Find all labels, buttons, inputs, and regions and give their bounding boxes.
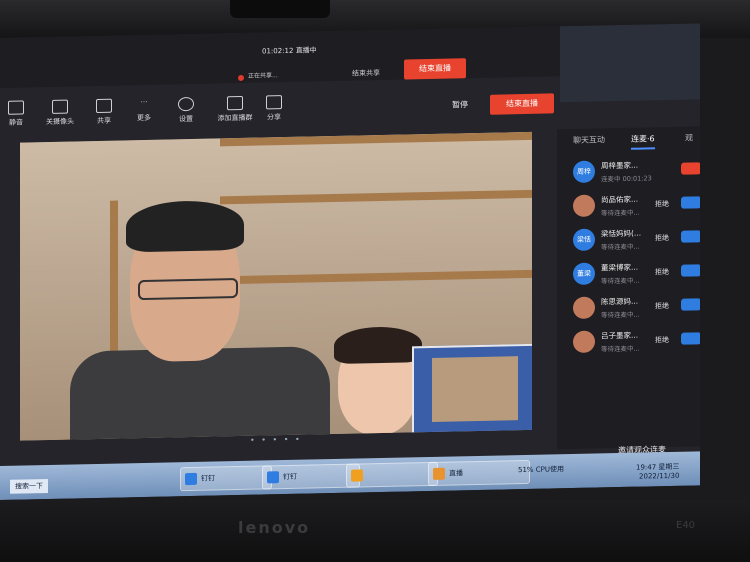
more-icon: ⋯: [140, 97, 148, 107]
reject-button[interactable]: 拒绝: [655, 199, 669, 209]
request-name: 吕子墨家...: [601, 330, 639, 341]
request-row: 梁恬 梁恬妈妈(... 等待连麦中... 拒绝: [573, 224, 700, 257]
share-hint: 正在共享...: [248, 72, 278, 80]
request-status: 等待连麦中...: [601, 208, 640, 218]
accept-button[interactable]: [681, 264, 700, 277]
request-name: 陈思源妈...: [601, 296, 639, 307]
tab-co-host[interactable]: 连麦·6: [631, 133, 655, 150]
app-icon: [185, 472, 197, 486]
more-button[interactable]: ⋯ 更多: [124, 98, 164, 124]
search-box[interactable]: 搜索一下: [10, 478, 48, 494]
request-status: 连麦中 00:01:23: [601, 174, 652, 184]
self-preview-thumbnail: [560, 23, 700, 103]
microphone-icon: [8, 100, 24, 115]
laptop-model-label: E40: [676, 520, 696, 531]
webcam: [230, 0, 330, 18]
accept-button[interactable]: [681, 196, 700, 209]
request-name: 梁恬妈妈(...: [601, 228, 642, 239]
accept-button[interactable]: [681, 230, 700, 243]
reject-button[interactable]: 拒绝: [655, 301, 669, 311]
request-row: 董梁 董梁博家... 等待连麦中... 拒绝: [573, 258, 700, 291]
request-name: 周梓墨家...: [601, 160, 639, 171]
reject-button[interactable]: 拒绝: [655, 335, 669, 345]
request-status: 等待连麦中...: [601, 310, 640, 320]
teacher-hair: [126, 199, 244, 253]
app-icon: [351, 469, 363, 482]
reject-button[interactable]: 拒绝: [655, 267, 669, 277]
request-row: 陈思源妈... 等待连麦中... 拒绝: [573, 292, 700, 325]
tab-chat[interactable]: 聊天互动: [573, 134, 605, 146]
share-button[interactable]: 分享: [254, 95, 294, 123]
hangup-button[interactable]: [681, 162, 700, 175]
camera-off-button[interactable]: 关摄像头: [40, 99, 80, 127]
taskbar-app-button[interactable]: 钉钉: [180, 465, 272, 492]
student-hair: [334, 326, 422, 365]
share-screen-button[interactable]: 共享: [84, 98, 124, 126]
live-video: [20, 131, 532, 441]
share-screen-icon: [96, 98, 112, 113]
avatar: 梁恬: [573, 228, 595, 251]
taskbar-app-button[interactable]: [346, 461, 438, 488]
avatar: 董梁: [573, 262, 595, 285]
page-dots[interactable]: • • • • •: [250, 435, 302, 445]
add-group-button[interactable]: 添加直播群: [210, 95, 260, 124]
end-live-button[interactable]: 结束直播: [490, 93, 554, 115]
top-end-live-button[interactable]: 结束直播: [404, 58, 466, 80]
end-share-button[interactable]: 结束共享: [352, 68, 380, 79]
add-group-icon: [227, 95, 243, 111]
teacher-glasses: [138, 278, 238, 301]
reject-button[interactable]: 拒绝: [655, 233, 669, 243]
os-taskbar: 搜索一下 钉钉 钉钉 直播 51% CPU使用 19:47 星期三 2022/1…: [0, 451, 700, 500]
laptop-brand-logo: lenovo: [238, 518, 311, 537]
app-icon: [433, 467, 445, 480]
mute-button[interactable]: 静音: [0, 100, 36, 128]
record-dot-icon: [238, 74, 244, 82]
request-row: 周梓 周梓墨家... 连麦中 00:01:23: [573, 156, 700, 189]
avatar: [573, 296, 595, 319]
laptop-bezel-bottom: [0, 500, 750, 562]
request-status: 等待连麦中...: [601, 276, 640, 286]
avatar: [573, 330, 595, 353]
app-icon: [267, 471, 279, 484]
pip-video: [432, 356, 518, 422]
taskbar-app-button[interactable]: 直播: [428, 459, 530, 487]
accept-button[interactable]: [681, 298, 700, 311]
picture-in-picture[interactable]: [412, 343, 532, 439]
share-icon: [266, 95, 282, 110]
avatar: [573, 194, 595, 217]
side-panel: 聊天互动 连麦·6 观 周梓 周梓墨家... 连麦中 00:01:23 尚品佑家…: [557, 126, 700, 450]
request-name: 董梁博家...: [601, 262, 639, 273]
request-name: 尚品佑家...: [601, 194, 639, 205]
camera-icon: [52, 99, 68, 114]
pause-button[interactable]: 暂停: [452, 99, 468, 110]
request-status: 等待连麦中...: [601, 242, 640, 252]
gear-icon: [178, 96, 194, 112]
accept-button[interactable]: [681, 332, 700, 345]
main-toolbar: 静音 关摄像头 共享 ⋯ 更多 设置 添加直播群 分享 暂停 结束直播: [0, 81, 555, 141]
avatar: 周梓: [573, 160, 595, 183]
request-row: 尚品佑家... 等待连麦中... 拒绝: [573, 190, 700, 223]
tab-viewers[interactable]: 观: [685, 132, 693, 143]
settings-button[interactable]: 设置: [166, 96, 206, 125]
request-row: 吕子墨家... 等待连麦中... 拒绝: [573, 326, 700, 359]
request-status: 等待连麦中...: [601, 344, 640, 354]
live-timer: 01:02:12 直播中: [262, 46, 317, 56]
cpu-usage: 51% CPU使用: [518, 465, 565, 475]
laptop-screen: 01:02:12 直播中 正在共享... 结束共享 结束直播 静音 关摄像头 共…: [0, 23, 700, 500]
system-clock[interactable]: 19:47 星期三 2022/11/30: [636, 462, 679, 481]
